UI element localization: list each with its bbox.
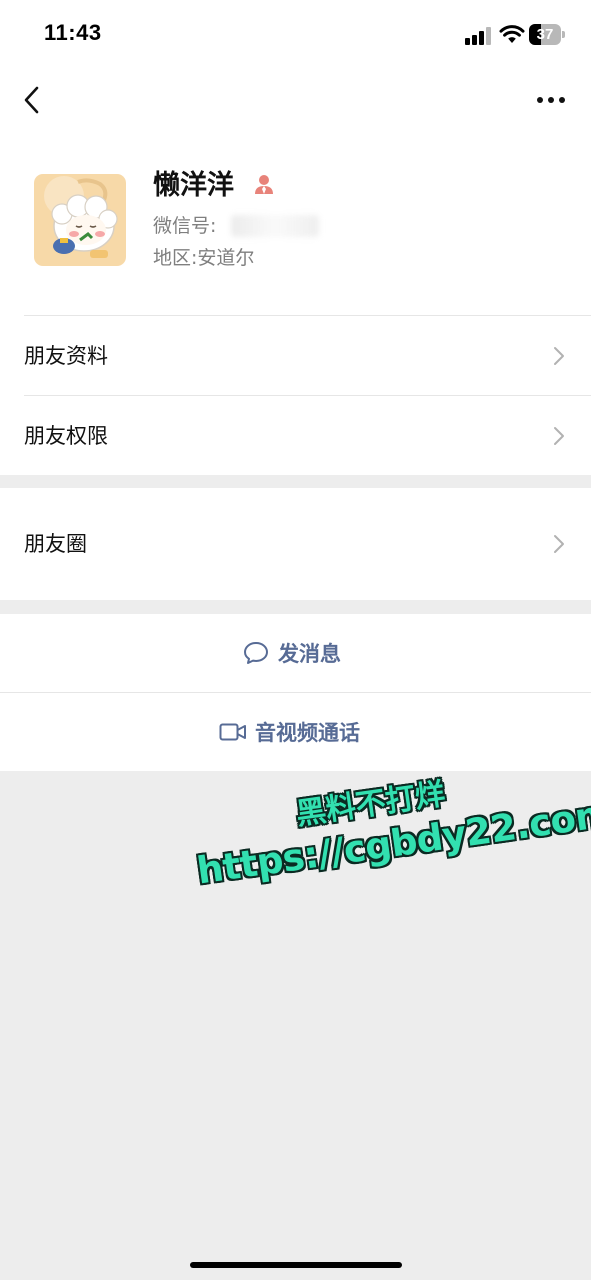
status-time: 11:43: [44, 20, 102, 45]
status-bar: 11:43 37: [0, 0, 591, 70]
row-label: 朋友资料: [24, 344, 108, 368]
row-moments[interactable]: 朋友圈: [0, 488, 591, 600]
battery-tip: [562, 31, 565, 38]
row-friend-profile[interactable]: 朋友资料: [0, 316, 591, 395]
send-message-button[interactable]: 发消息: [0, 614, 591, 692]
region-text: 地区:安道尔: [153, 247, 255, 269]
more-options-button[interactable]: [530, 84, 574, 116]
row-label: 朋友权限: [24, 424, 108, 448]
video-call-label: 音视频通话: [255, 721, 360, 745]
ellipsis-icon: [537, 97, 565, 103]
wechat-id-label: 微信号:: [153, 215, 217, 237]
row-friend-permissions[interactable]: 朋友权限: [0, 396, 591, 475]
wechat-id-redacted: [231, 215, 319, 237]
contact-name: 懒洋洋: [153, 170, 234, 201]
cellular-signal-icon: [465, 25, 493, 45]
video-camera-icon: [219, 723, 246, 741]
actions-section: 发消息 音视频通话: [0, 614, 591, 771]
wifi-icon: [499, 25, 525, 43]
chevron-left-icon: [24, 86, 39, 114]
home-indicator: [190, 1262, 402, 1268]
avatar[interactable]: [34, 174, 126, 266]
person-icon: [255, 175, 273, 194]
chevron-right-icon: [554, 347, 564, 365]
back-button[interactable]: [14, 78, 54, 122]
moments-section: 朋友圈: [0, 488, 591, 600]
sheep-avatar-icon: [34, 174, 126, 266]
chevron-right-icon: [554, 535, 564, 553]
chat-bubble-icon: [244, 642, 268, 664]
send-message-label: 发消息: [278, 642, 341, 666]
battery-level: 37: [536, 26, 554, 43]
row-label: 朋友圈: [24, 532, 87, 556]
battery-icon: 37: [529, 24, 561, 45]
chevron-right-icon: [554, 427, 564, 445]
